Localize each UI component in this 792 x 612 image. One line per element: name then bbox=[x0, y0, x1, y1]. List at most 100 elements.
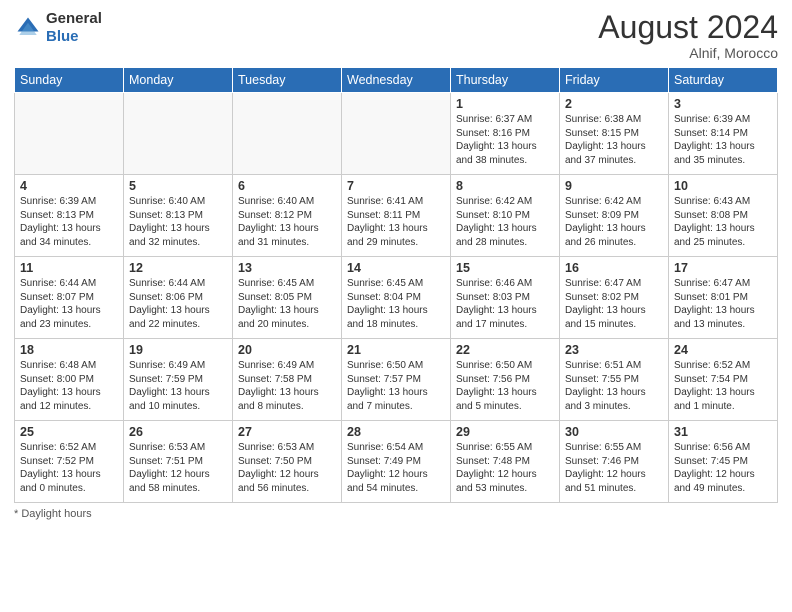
cell-w5-d1: 25 Sunrise: 6:52 AMSunset: 7:52 PMDaylig… bbox=[15, 421, 124, 503]
cell-w4-d7: 24 Sunrise: 6:52 AMSunset: 7:54 PMDaylig… bbox=[669, 339, 778, 421]
cell-w2-d6: 9 Sunrise: 6:42 AMSunset: 8:09 PMDayligh… bbox=[560, 175, 669, 257]
cell-w3-d1: 11 Sunrise: 6:44 AMSunset: 8:07 PMDaylig… bbox=[15, 257, 124, 339]
week-row-3: 11 Sunrise: 6:44 AMSunset: 8:07 PMDaylig… bbox=[15, 257, 778, 339]
footer-note: * Daylight hours bbox=[14, 508, 778, 520]
cell-info: Sunrise: 6:46 AMSunset: 8:03 PMDaylight:… bbox=[456, 277, 554, 331]
day-number: 16 bbox=[565, 261, 663, 275]
logo-icon bbox=[14, 14, 42, 42]
cell-info: Sunrise: 6:50 AMSunset: 7:56 PMDaylight:… bbox=[456, 359, 554, 413]
cell-w3-d2: 12 Sunrise: 6:44 AMSunset: 8:06 PMDaylig… bbox=[124, 257, 233, 339]
day-number: 29 bbox=[456, 425, 554, 439]
day-number: 10 bbox=[674, 179, 772, 193]
day-number: 14 bbox=[347, 261, 445, 275]
cell-w5-d6: 30 Sunrise: 6:55 AMSunset: 7:46 PMDaylig… bbox=[560, 421, 669, 503]
day-number: 31 bbox=[674, 425, 772, 439]
month-year: August 2024 bbox=[598, 10, 778, 45]
cell-w5-d4: 28 Sunrise: 6:54 AMSunset: 7:49 PMDaylig… bbox=[342, 421, 451, 503]
cell-w3-d4: 14 Sunrise: 6:45 AMSunset: 8:04 PMDaylig… bbox=[342, 257, 451, 339]
day-number: 19 bbox=[129, 343, 227, 357]
cell-w1-d5: 1 Sunrise: 6:37 AMSunset: 8:16 PMDayligh… bbox=[451, 93, 560, 175]
day-number: 25 bbox=[20, 425, 118, 439]
day-number: 26 bbox=[129, 425, 227, 439]
day-number: 30 bbox=[565, 425, 663, 439]
day-number: 28 bbox=[347, 425, 445, 439]
cell-info: Sunrise: 6:54 AMSunset: 7:49 PMDaylight:… bbox=[347, 441, 445, 495]
title-block: August 2024 Alnif, Morocco bbox=[598, 10, 778, 61]
cell-info: Sunrise: 6:43 AMSunset: 8:08 PMDaylight:… bbox=[674, 195, 772, 249]
day-number: 9 bbox=[565, 179, 663, 193]
day-number: 3 bbox=[674, 97, 772, 111]
cell-w1-d2 bbox=[124, 93, 233, 175]
day-number: 6 bbox=[238, 179, 336, 193]
col-friday: Friday bbox=[560, 68, 669, 93]
cell-w5-d5: 29 Sunrise: 6:55 AMSunset: 7:48 PMDaylig… bbox=[451, 421, 560, 503]
day-number: 24 bbox=[674, 343, 772, 357]
day-number: 8 bbox=[456, 179, 554, 193]
cell-info: Sunrise: 6:41 AMSunset: 8:11 PMDaylight:… bbox=[347, 195, 445, 249]
cell-w3-d3: 13 Sunrise: 6:45 AMSunset: 8:05 PMDaylig… bbox=[233, 257, 342, 339]
cell-w4-d6: 23 Sunrise: 6:51 AMSunset: 7:55 PMDaylig… bbox=[560, 339, 669, 421]
cell-w1-d1 bbox=[15, 93, 124, 175]
cell-info: Sunrise: 6:45 AMSunset: 8:05 PMDaylight:… bbox=[238, 277, 336, 331]
cell-w2-d7: 10 Sunrise: 6:43 AMSunset: 8:08 PMDaylig… bbox=[669, 175, 778, 257]
day-number: 23 bbox=[565, 343, 663, 357]
col-thursday: Thursday bbox=[451, 68, 560, 93]
day-number: 12 bbox=[129, 261, 227, 275]
col-tuesday: Tuesday bbox=[233, 68, 342, 93]
calendar-header-row: Sunday Monday Tuesday Wednesday Thursday… bbox=[15, 68, 778, 93]
cell-w2-d1: 4 Sunrise: 6:39 AMSunset: 8:13 PMDayligh… bbox=[15, 175, 124, 257]
day-number: 15 bbox=[456, 261, 554, 275]
day-number: 5 bbox=[129, 179, 227, 193]
cell-info: Sunrise: 6:37 AMSunset: 8:16 PMDaylight:… bbox=[456, 113, 554, 167]
cell-w5-d3: 27 Sunrise: 6:53 AMSunset: 7:50 PMDaylig… bbox=[233, 421, 342, 503]
header: General Blue August 2024 Alnif, Morocco bbox=[14, 10, 778, 61]
cell-info: Sunrise: 6:42 AMSunset: 8:10 PMDaylight:… bbox=[456, 195, 554, 249]
cell-w1-d3 bbox=[233, 93, 342, 175]
cell-info: Sunrise: 6:40 AMSunset: 8:13 PMDaylight:… bbox=[129, 195, 227, 249]
cell-info: Sunrise: 6:42 AMSunset: 8:09 PMDaylight:… bbox=[565, 195, 663, 249]
cell-w4-d3: 20 Sunrise: 6:49 AMSunset: 7:58 PMDaylig… bbox=[233, 339, 342, 421]
cell-info: Sunrise: 6:53 AMSunset: 7:50 PMDaylight:… bbox=[238, 441, 336, 495]
cell-info: Sunrise: 6:55 AMSunset: 7:46 PMDaylight:… bbox=[565, 441, 663, 495]
cell-info: Sunrise: 6:52 AMSunset: 7:54 PMDaylight:… bbox=[674, 359, 772, 413]
logo: General Blue bbox=[14, 10, 102, 46]
cell-info: Sunrise: 6:40 AMSunset: 8:12 PMDaylight:… bbox=[238, 195, 336, 249]
day-number: 2 bbox=[565, 97, 663, 111]
logo-general: General bbox=[46, 10, 102, 27]
calendar-table: Sunday Monday Tuesday Wednesday Thursday… bbox=[14, 67, 778, 503]
cell-info: Sunrise: 6:50 AMSunset: 7:57 PMDaylight:… bbox=[347, 359, 445, 413]
day-number: 13 bbox=[238, 261, 336, 275]
cell-w4-d5: 22 Sunrise: 6:50 AMSunset: 7:56 PMDaylig… bbox=[451, 339, 560, 421]
cell-info: Sunrise: 6:38 AMSunset: 8:15 PMDaylight:… bbox=[565, 113, 663, 167]
day-number: 22 bbox=[456, 343, 554, 357]
cell-w5-d2: 26 Sunrise: 6:53 AMSunset: 7:51 PMDaylig… bbox=[124, 421, 233, 503]
col-saturday: Saturday bbox=[669, 68, 778, 93]
cell-info: Sunrise: 6:47 AMSunset: 8:01 PMDaylight:… bbox=[674, 277, 772, 331]
location: Alnif, Morocco bbox=[598, 45, 778, 61]
cell-info: Sunrise: 6:49 AMSunset: 7:59 PMDaylight:… bbox=[129, 359, 227, 413]
cell-info: Sunrise: 6:49 AMSunset: 7:58 PMDaylight:… bbox=[238, 359, 336, 413]
week-row-2: 4 Sunrise: 6:39 AMSunset: 8:13 PMDayligh… bbox=[15, 175, 778, 257]
cell-info: Sunrise: 6:47 AMSunset: 8:02 PMDaylight:… bbox=[565, 277, 663, 331]
cell-w2-d3: 6 Sunrise: 6:40 AMSunset: 8:12 PMDayligh… bbox=[233, 175, 342, 257]
cell-info: Sunrise: 6:39 AMSunset: 8:13 PMDaylight:… bbox=[20, 195, 118, 249]
day-number: 27 bbox=[238, 425, 336, 439]
cell-info: Sunrise: 6:45 AMSunset: 8:04 PMDaylight:… bbox=[347, 277, 445, 331]
cell-info: Sunrise: 6:51 AMSunset: 7:55 PMDaylight:… bbox=[565, 359, 663, 413]
cell-info: Sunrise: 6:39 AMSunset: 8:14 PMDaylight:… bbox=[674, 113, 772, 167]
page-container: General Blue August 2024 Alnif, Morocco … bbox=[0, 0, 792, 612]
week-row-1: 1 Sunrise: 6:37 AMSunset: 8:16 PMDayligh… bbox=[15, 93, 778, 175]
cell-info: Sunrise: 6:44 AMSunset: 8:06 PMDaylight:… bbox=[129, 277, 227, 331]
cell-w5-d7: 31 Sunrise: 6:56 AMSunset: 7:45 PMDaylig… bbox=[669, 421, 778, 503]
cell-w1-d7: 3 Sunrise: 6:39 AMSunset: 8:14 PMDayligh… bbox=[669, 93, 778, 175]
cell-w3-d5: 15 Sunrise: 6:46 AMSunset: 8:03 PMDaylig… bbox=[451, 257, 560, 339]
day-number: 4 bbox=[20, 179, 118, 193]
day-number: 21 bbox=[347, 343, 445, 357]
cell-info: Sunrise: 6:52 AMSunset: 7:52 PMDaylight:… bbox=[20, 441, 118, 495]
week-row-5: 25 Sunrise: 6:52 AMSunset: 7:52 PMDaylig… bbox=[15, 421, 778, 503]
cell-w3-d7: 17 Sunrise: 6:47 AMSunset: 8:01 PMDaylig… bbox=[669, 257, 778, 339]
cell-w2-d5: 8 Sunrise: 6:42 AMSunset: 8:10 PMDayligh… bbox=[451, 175, 560, 257]
cell-info: Sunrise: 6:44 AMSunset: 8:07 PMDaylight:… bbox=[20, 277, 118, 331]
cell-w2-d2: 5 Sunrise: 6:40 AMSunset: 8:13 PMDayligh… bbox=[124, 175, 233, 257]
cell-w1-d6: 2 Sunrise: 6:38 AMSunset: 8:15 PMDayligh… bbox=[560, 93, 669, 175]
